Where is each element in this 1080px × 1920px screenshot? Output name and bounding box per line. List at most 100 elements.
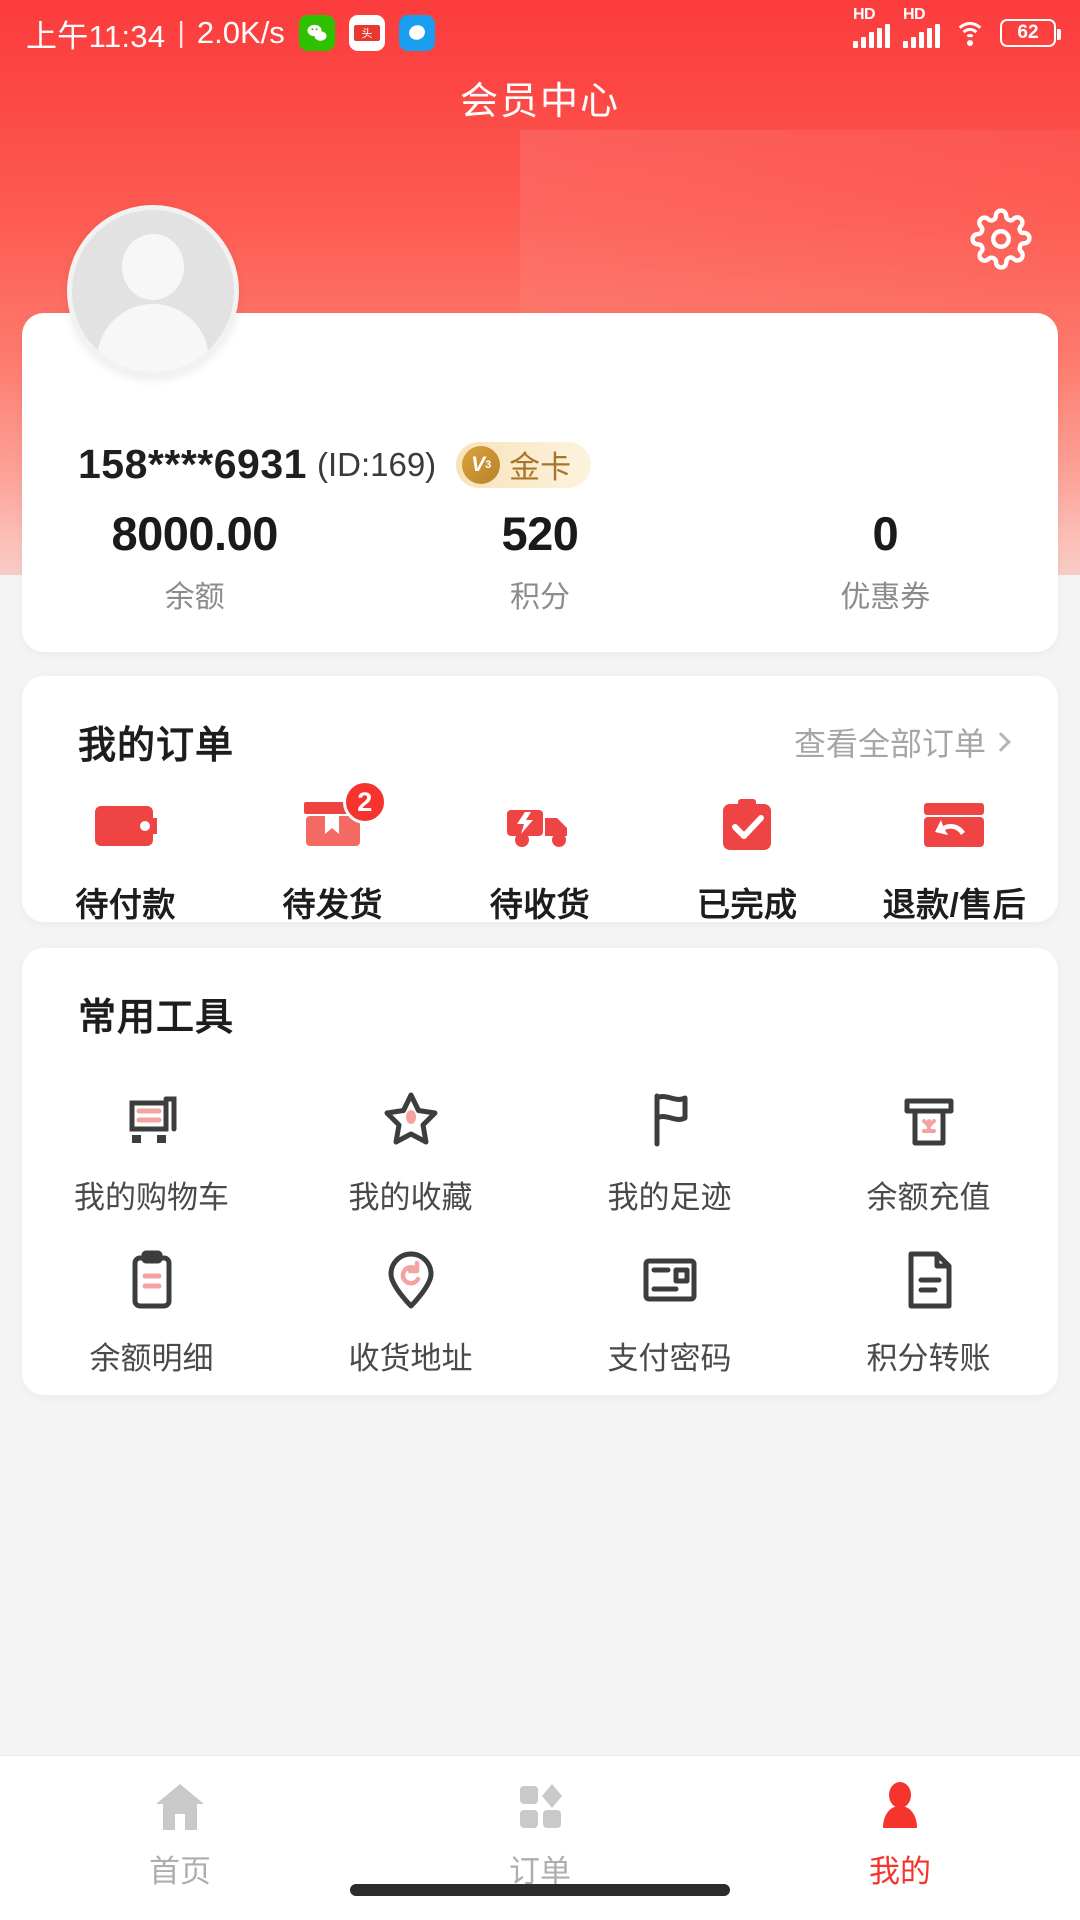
wifi-icon	[953, 20, 987, 46]
orders-header: 我的订单 查看全部订单	[78, 714, 1011, 769]
grid-orders-icon	[510, 1778, 570, 1836]
shopping-cart-icon	[117, 1084, 187, 1154]
battery-icon: 62	[1000, 19, 1061, 47]
clipboard-list-icon	[117, 1245, 187, 1315]
tool-label: 我的足迹	[607, 1180, 732, 1215]
tool-label: 支付密码	[607, 1341, 732, 1376]
stat-balance[interactable]: 8000.00 余额	[22, 509, 367, 616]
wechat-icon	[298, 15, 335, 51]
tab-home[interactable]: 首页	[0, 1756, 360, 1920]
tab-label: 首页	[149, 1854, 211, 1889]
status-bar-right: HD HD 62	[853, 6, 1061, 48]
tool-label: 我的收藏	[348, 1180, 473, 1215]
tools-title: 常用工具	[78, 997, 235, 1039]
tools-row-1: 我的购物车 我的收藏 我的足迹 余额充值	[22, 1066, 1058, 1217]
order-status-list: 待付款 2 待发货 待收货 已完成 退款/售后	[22, 780, 1058, 926]
order-status-refund[interactable]: 退款/售后	[851, 794, 1058, 926]
star-favorite-icon	[376, 1084, 446, 1154]
order-status-pending-payment[interactable]: 待付款	[22, 794, 229, 926]
tab-label: 我的	[869, 1854, 931, 1889]
stat-value: 520	[501, 507, 579, 560]
membership-level-label: 金卡	[509, 450, 572, 485]
page-title: 会员中心	[459, 80, 620, 123]
view-all-orders-label: 查看全部订单	[793, 725, 986, 762]
order-status-pending-receipt[interactable]: 待收货	[436, 794, 643, 926]
orders-card: 我的订单 查看全部订单 待付款 2 待发货 待收货 已完成 退款/售后	[22, 676, 1058, 923]
stat-label: 优惠券	[840, 581, 931, 615]
tool-label: 积分转账	[866, 1341, 991, 1376]
tool-label: 收货地址	[348, 1341, 473, 1376]
refund-return-icon	[918, 794, 990, 858]
account-stats: 8000.00 余额 520 积分 0 优惠券	[22, 509, 1058, 616]
status-bar-left: 上午11:34 | 2.0K/s 头	[26, 11, 435, 56]
flag-footprint-icon	[635, 1084, 705, 1154]
chevron-right-icon	[991, 731, 1011, 752]
membership-level-badge[interactable]: V3 金卡	[456, 441, 592, 488]
status-bar: 上午11:34 | 2.0K/s 头 HD HD 62	[0, 0, 1080, 66]
order-badge-count: 2	[342, 780, 387, 824]
stat-value: 8000.00	[111, 507, 278, 560]
order-status-label: 待收货	[489, 886, 591, 923]
tool-balance-recharge[interactable]: 余额充值	[799, 1066, 1058, 1217]
signal-icon-1: HD	[853, 6, 890, 48]
tool-payment-password[interactable]: 支付密码	[540, 1227, 799, 1378]
order-status-pending-shipment[interactable]: 2 待发货	[229, 780, 436, 926]
home-icon	[150, 1778, 210, 1836]
person-icon	[870, 1778, 930, 1836]
settings-button[interactable]	[970, 208, 1032, 270]
location-pin-icon	[376, 1245, 446, 1315]
tool-shopping-cart[interactable]: 我的购物车	[22, 1066, 281, 1217]
card-password-icon	[635, 1245, 705, 1315]
tools-header: 常用工具	[78, 986, 1008, 1041]
order-status-label: 已完成	[696, 886, 798, 923]
stat-label: 积分	[509, 581, 570, 615]
view-all-orders-link[interactable]: 查看全部订单	[793, 719, 1011, 765]
hd-label-1: HD	[853, 6, 876, 23]
user-id: (ID:169)	[316, 445, 437, 483]
delivery-truck-icon	[504, 794, 576, 858]
atm-recharge-icon	[894, 1084, 964, 1154]
messenger-icon	[398, 15, 435, 51]
gear-icon	[970, 208, 1032, 270]
medal-icon: V3	[462, 445, 501, 484]
tool-label: 余额充值	[866, 1180, 991, 1215]
order-status-completed[interactable]: 已完成	[644, 794, 851, 926]
network-speed: 2.0K/s	[196, 15, 285, 50]
tool-favorites[interactable]: 我的收藏	[281, 1066, 540, 1217]
tools-card: 常用工具 我的购物车 我的收藏 我的足迹 余额充值 余额明细 收货地址 支付密码…	[22, 948, 1058, 1395]
order-status-label: 待发货	[282, 886, 384, 923]
stat-value: 0	[872, 507, 899, 560]
medal-letter: V	[471, 452, 486, 476]
tool-balance-details[interactable]: 余额明细	[22, 1227, 281, 1378]
tools-grid: 我的购物车 我的收藏 我的足迹 余额充值 余额明细 收货地址 支付密码 积分转账	[22, 1066, 1058, 1388]
avatar-placeholder-icon	[122, 234, 184, 300]
tools-row-2: 余额明细 收货地址 支付密码 积分转账	[22, 1227, 1058, 1378]
stat-points[interactable]: 520 积分	[367, 509, 712, 616]
home-indicator	[350, 1884, 730, 1896]
user-phone: 158****6931	[78, 441, 307, 487]
wallet-icon	[90, 794, 162, 858]
stat-coupons[interactable]: 0 优惠券	[713, 509, 1058, 616]
order-status-label: 退款/售后	[882, 886, 1027, 923]
status-time: 上午11:34	[26, 18, 166, 54]
hd-label-2: HD	[903, 6, 926, 23]
status-divider: |	[177, 16, 185, 49]
tool-points-transfer[interactable]: 积分转账	[799, 1227, 1058, 1378]
toutiao-icon: 头	[348, 15, 385, 51]
tool-footprints[interactable]: 我的足迹	[540, 1066, 799, 1217]
avatar[interactable]	[67, 205, 239, 377]
tab-mine[interactable]: 我的	[720, 1756, 1080, 1920]
user-identity-row: 158****6931 (ID:169) V3 金卡	[78, 441, 592, 488]
tool-label: 我的购物车	[74, 1180, 229, 1215]
clipboard-check-icon	[711, 794, 783, 858]
order-status-label: 待付款	[75, 886, 176, 923]
svg-text:头: 头	[361, 27, 372, 40]
orders-title: 我的订单	[78, 725, 235, 767]
stat-label: 余额	[164, 581, 225, 615]
battery-level: 62	[1017, 22, 1039, 43]
tool-label: 余额明细	[89, 1341, 214, 1376]
medal-level: 3	[485, 458, 492, 471]
document-transfer-icon	[894, 1245, 964, 1315]
signal-icon-2: HD	[903, 6, 940, 48]
tool-shipping-address[interactable]: 收货地址	[281, 1227, 540, 1378]
